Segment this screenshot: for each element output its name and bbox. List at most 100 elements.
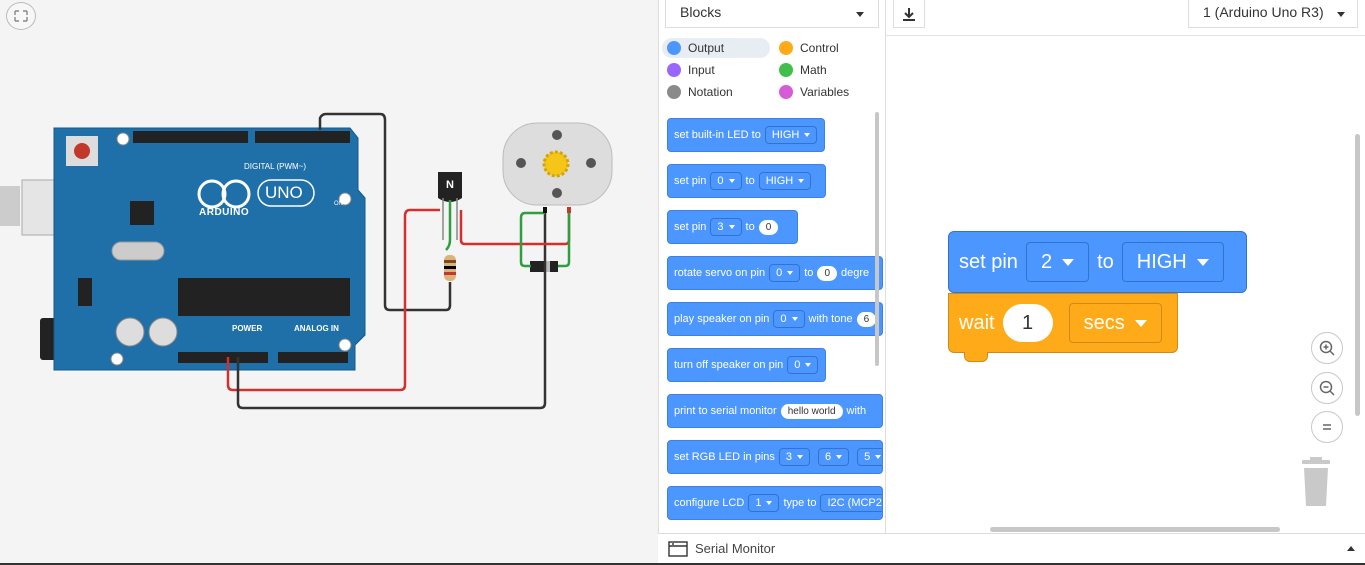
circuit-canvas[interactable]: ARDUINO UNO DIGITAL (PWM~) POWER ANALOG … [0, 0, 658, 565]
block-set-pin-analog[interactable]: set pin 3 to 0 [667, 210, 798, 244]
category-label: Control [800, 41, 839, 55]
category-math[interactable]: Math [774, 60, 827, 80]
device-dropdown-label: 1 (Arduino Uno R3) [1203, 4, 1324, 20]
block-dropdown[interactable]: 0 [769, 264, 801, 282]
block-text: wait [959, 311, 995, 334]
equals-icon [1323, 424, 1331, 430]
block-print-serial[interactable]: print to serial monitor hello world with [667, 394, 883, 428]
block-set-builtin-led[interactable]: set built-in LED to HIGH [667, 118, 825, 152]
workspace-vertical-scrollbar[interactable] [1355, 134, 1360, 416]
block-value-input[interactable]: hello world [780, 403, 843, 419]
blocks-dropdown-label: Blocks [680, 4, 722, 20]
output-dot-icon [667, 41, 681, 55]
block-rotate-servo[interactable]: rotate servo on pin 0 to 0 degre [667, 256, 883, 290]
device-dropdown[interactable]: 1 (Arduino Uno R3) [1188, 0, 1358, 28]
chevron-down-icon [1196, 258, 1209, 266]
zoom-out-icon [1319, 380, 1335, 396]
block-text: print to serial monitor [674, 405, 777, 417]
block-set-pin[interactable]: set pin 2 to HIGH [948, 231, 1247, 293]
download-icon [903, 7, 915, 21]
block-play-speaker[interactable]: play speaker on pin 0 with tone 6 [667, 302, 883, 336]
zoom-in-icon [1319, 340, 1335, 356]
category-control[interactable]: Control [774, 38, 839, 58]
block-configure-lcd[interactable]: configure LCD 1 type to I2C (MCP2 [667, 486, 883, 520]
block-value-input[interactable]: 0 [758, 219, 779, 235]
block-dropdown[interactable]: 0 [773, 310, 805, 328]
block-dropdown[interactable]: 3 [710, 218, 742, 236]
block-value-input[interactable]: 0 [817, 265, 837, 281]
block-value-input[interactable]: 6 [856, 311, 877, 327]
serial-monitor-bar[interactable]: Serial Monitor [658, 533, 1365, 563]
wait-amount-input[interactable]: 1 [1002, 304, 1053, 342]
block-text: type to [783, 497, 817, 509]
power-label: POWER [232, 324, 263, 333]
block-dropdown[interactable]: 1 [748, 494, 780, 512]
block-wait[interactable]: wait 1 secs [948, 293, 1178, 353]
control-dot-icon [779, 41, 793, 55]
block-dropdown[interactable]: HIGH [764, 126, 818, 144]
value-dropdown[interactable]: HIGH [1121, 242, 1224, 282]
category-output[interactable]: Output [662, 38, 770, 58]
block-set-rgb-led[interactable]: set RGB LED in pins 3 6 5 [667, 440, 883, 474]
category-label: Input [688, 63, 715, 77]
block-text: set pin [674, 175, 707, 187]
block-text: with [846, 405, 867, 417]
block-set-pin-digital[interactable]: set pin 0 to HIGH [667, 164, 826, 198]
block-text: with tone [808, 313, 853, 325]
workspace-horizontal-scrollbar[interactable] [990, 527, 1280, 532]
transistor-label: N [446, 179, 454, 191]
trash-icon[interactable] [1296, 456, 1336, 510]
block-text: set RGB LED in pins [674, 451, 775, 463]
digital-label: DIGITAL (PWM~) [244, 162, 306, 171]
block-dropdown[interactable]: 0 [710, 172, 742, 190]
palette-scrollbar[interactable] [875, 112, 879, 366]
category-input[interactable]: Input [662, 60, 715, 80]
blocks-palette: Blocks Output Control Input Math Notatio… [658, 0, 886, 533]
unit-dropdown[interactable]: secs [1068, 303, 1162, 343]
block-dropdown[interactable]: 3 [778, 448, 810, 466]
block-text: set pin [674, 221, 707, 233]
chevron-down-icon [856, 12, 864, 17]
pin-dropdown[interactable]: 2 [1025, 242, 1090, 282]
zoom-in-button[interactable] [1311, 332, 1343, 364]
chevron-down-icon [1134, 319, 1147, 327]
chevron-down-icon [1337, 12, 1345, 17]
block-turn-off-speaker[interactable]: turn off speaker on pin 0 [667, 348, 826, 382]
chevron-up-icon[interactable] [1347, 546, 1355, 551]
input-dot-icon [667, 63, 681, 77]
block-notch [964, 352, 988, 362]
on-label: ON [334, 201, 343, 207]
zoom-out-button[interactable] [1311, 372, 1343, 404]
code-workspace[interactable]: set pin 2 to HIGH wait 1 secs [886, 36, 1365, 533]
block-text: play speaker on pin [674, 313, 770, 325]
category-label: Variables [800, 85, 850, 99]
block-text: to [1097, 250, 1114, 273]
block-dropdown[interactable]: 5 [857, 448, 882, 466]
category-notation[interactable]: Notation [662, 82, 733, 102]
dropdown-value: HIGH [1136, 250, 1187, 273]
block-dropdown[interactable]: HIGH [758, 172, 812, 190]
serial-monitor-label: Serial Monitor [695, 541, 776, 556]
category-label: Output [688, 41, 725, 55]
circuit-diagram [0, 112, 613, 410]
block-text: set built-in LED to [674, 129, 761, 141]
blocks-dropdown[interactable]: Blocks [665, 0, 879, 28]
category-variables[interactable]: Variables [774, 82, 849, 102]
zoom-reset-button[interactable] [1311, 411, 1343, 443]
serial-monitor-icon [668, 541, 688, 557]
category-label: Notation [688, 85, 733, 99]
block-text: configure LCD [674, 497, 745, 509]
block-text: rotate servo on pin [674, 267, 766, 279]
board-model: UNO [265, 183, 303, 202]
analog-label: ANALOG IN [294, 324, 339, 333]
workspace-toolbar: 1 (Arduino Uno R3) [886, 0, 1365, 36]
chevron-down-icon [1062, 258, 1075, 266]
category-label: Math [800, 63, 827, 77]
block-text: turn off speaker on pin [674, 359, 784, 371]
block-text: degre [841, 267, 870, 279]
block-dropdown[interactable]: 0 [787, 356, 819, 374]
block-dropdown[interactable]: 6 [818, 448, 850, 466]
dropdown-value: 2 [1040, 250, 1053, 273]
block-dropdown[interactable]: I2C (MCP2 [820, 494, 882, 512]
download-button[interactable] [893, 0, 925, 28]
